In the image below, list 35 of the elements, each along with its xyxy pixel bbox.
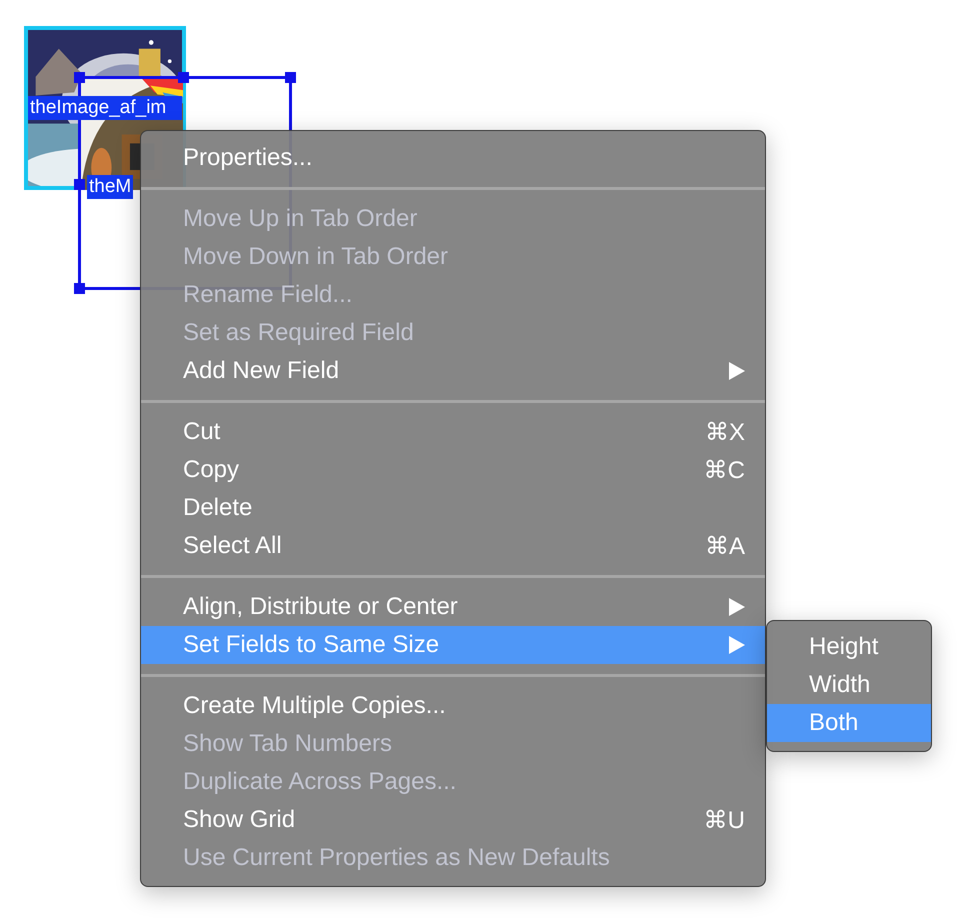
menu-item[interactable]: Height	[767, 628, 931, 666]
shortcut: ⌘U	[704, 806, 745, 834]
menu-item[interactable]: Add New Field	[141, 352, 765, 390]
menu-item[interactable]: Create Multiple Copies...	[141, 687, 765, 725]
menu-item[interactable]: Width	[767, 666, 931, 704]
menu-item-label: Show Grid	[183, 806, 296, 834]
menu-item-label: Set Fields to Same Size	[183, 631, 440, 659]
menu-item[interactable]: Align, Distribute or Center	[141, 588, 765, 626]
menu-item-label: Properties...	[183, 144, 314, 172]
menu-item-label: Copy	[183, 456, 240, 484]
menu-item-label: Align, Distribute or Center	[183, 593, 459, 621]
menu-item-label: Rename Field...	[183, 281, 354, 309]
resize-handle[interactable]	[74, 283, 85, 294]
menu-item-label: Cut	[183, 418, 222, 446]
resize-handle[interactable]	[285, 72, 296, 83]
menu-item-label: Use Current Properties as New Defaults	[183, 844, 611, 872]
menu-item-label: Create Multiple Copies...	[183, 692, 447, 720]
menu-item-label: Add New Field	[183, 357, 340, 385]
menu-item-label: Move Up in Tab Order	[183, 205, 418, 233]
menu-item-label: Set as Required Field	[183, 319, 415, 347]
menu-item-label: Move Down in Tab Order	[183, 243, 450, 271]
menu-item[interactable]: Set Fields to Same Size	[141, 626, 765, 664]
menu-item[interactable]: Copy ⌘C	[141, 451, 765, 489]
shortcut: ⌘A	[704, 532, 745, 560]
shortcut: ⌘X	[704, 418, 745, 446]
shortcut: ⌘C	[704, 456, 745, 484]
menu-item-label: Show Tab Numbers	[183, 730, 393, 758]
menu-item[interactable]: Select All ⌘A	[141, 527, 765, 565]
menu-item[interactable]: Show Grid ⌘U	[141, 801, 765, 839]
menu-item[interactable]: Delete	[141, 489, 765, 527]
menu-item-label: Duplicate Across Pages...	[183, 768, 458, 796]
menu-item-label: Select All	[183, 532, 283, 560]
menu-item[interactable]: Cut ⌘X	[141, 413, 765, 451]
menu-item[interactable]: Both	[767, 704, 931, 742]
menu-item-label: Delete	[183, 494, 254, 522]
